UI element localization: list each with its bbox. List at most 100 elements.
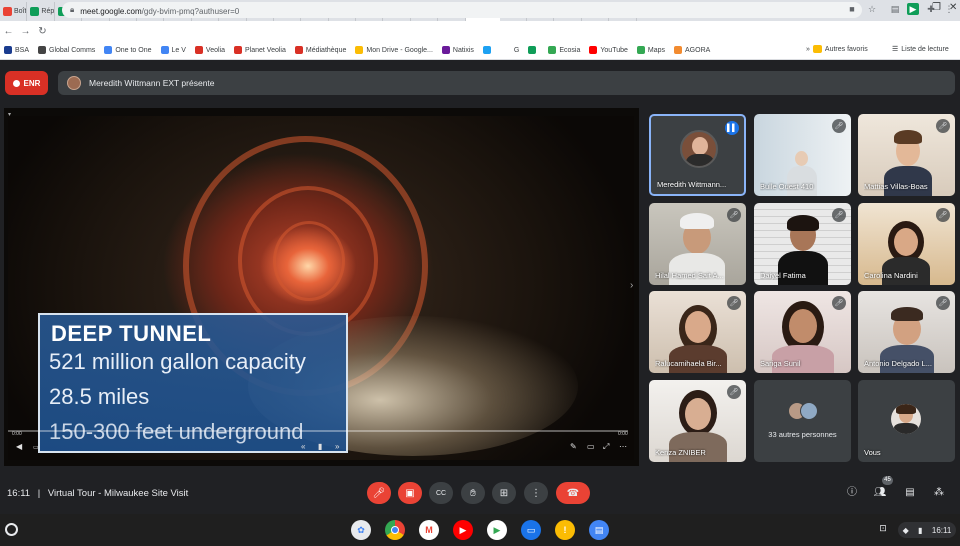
participant-tile-self[interactable]: Vous: [858, 380, 955, 462]
bookmark-favicon-icon: [355, 46, 364, 54]
chevron-right-icon: »: [806, 45, 810, 53]
bookmark-item[interactable]: Natixis: [441, 46, 474, 54]
forward-skip-icon[interactable]: »: [335, 442, 339, 451]
bookmark-item[interactable]: Global Comms: [38, 46, 95, 54]
bookmark-label: G: [513, 46, 520, 54]
captions-button[interactable]: CC: [429, 482, 453, 504]
participant-tile-mattias[interactable]: 🎤︎ Mattias Villas-Boas: [858, 114, 955, 196]
bookmark-item[interactable]: Ecosia: [548, 46, 580, 54]
more-video-icon[interactable]: ⋯: [619, 442, 627, 451]
fullscreen-icon[interactable]: ⤢: [603, 442, 609, 452]
slide-line-miles: 28.5 miles: [49, 384, 150, 409]
participant-tile-kenza[interactable]: 🎤︎ Kenza ZNIBER: [649, 380, 746, 462]
chat-icon[interactable]: ▤: [903, 486, 917, 500]
bookmark-item[interactable]: Médiathèque: [294, 46, 347, 54]
participant-tile-others[interactable]: 33 autres personnes: [754, 380, 851, 462]
bookmark-favicon-icon: [482, 46, 491, 54]
raise-hand-button[interactable]: ✋︎: [461, 482, 485, 504]
files-app-icon[interactable]: ▭: [521, 520, 541, 540]
docs-app-icon[interactable]: ▤: [589, 520, 609, 540]
rewind-icon[interactable]: «: [301, 442, 305, 451]
bookmark-label: Natixis: [452, 46, 474, 54]
bookmark-star-icon[interactable]: ☆: [866, 3, 878, 15]
present-button[interactable]: ⊞: [492, 482, 516, 504]
bookmark-item[interactable]: Planet Veolia: [234, 46, 286, 54]
volume-icon[interactable]: ◀︎: [16, 442, 22, 451]
reading-list[interactable]: ☰ Liste de lecture: [892, 45, 949, 54]
gmail-app-icon[interactable]: M: [419, 520, 439, 540]
photos-app-icon[interactable]: ✿: [351, 520, 371, 540]
participant-tile-raluca[interactable]: 🎤︎ Ralucamihaela Bir...: [649, 291, 746, 373]
bookmark-item[interactable]: BSA: [4, 46, 29, 54]
slide-line-depth: 150-300 feet underground: [49, 419, 304, 444]
bookmark-item[interactable]: AGORA: [674, 46, 710, 54]
bookmark-item[interactable]: Le V: [160, 46, 186, 54]
participant-tile-hilal[interactable]: 🎤︎ Hilal Hamed Sait A...: [649, 203, 746, 285]
bookmark-item[interactable]: Veolia: [194, 46, 225, 54]
avatar: [680, 130, 718, 168]
caption-icon[interactable]: ▭: [33, 444, 39, 451]
bookmark-favicon-icon: [548, 46, 557, 54]
bookmark-favicon-icon: [441, 46, 450, 54]
other-favorites[interactable]: » Autres favoris: [806, 45, 868, 53]
bookmark-item[interactable]: Maps: [636, 46, 665, 54]
screen-icon[interactable]: ▭: [587, 442, 595, 451]
browser-tab[interactable]: Rép: [27, 2, 55, 21]
participant-name: Bulle Ouest 410: [760, 182, 814, 191]
mic-toggle-button[interactable]: 🎤︎: [367, 482, 391, 504]
camera-indicator-icon[interactable]: ■: [846, 3, 858, 15]
launcher-icon[interactable]: [5, 523, 18, 536]
participant-tile-bulle[interactable]: 🎤︎ Bulle Ouest 410: [754, 114, 851, 196]
bookmark-item[interactable]: Mon Drive - Google...: [355, 46, 433, 54]
activities-icon[interactable]: ⁂: [932, 486, 946, 500]
chrome-menu-icon[interactable]: ⋮: [943, 3, 955, 15]
leave-call-button[interactable]: ☎︎: [556, 482, 590, 504]
presentation-stage[interactable]: ▾ DEEP TUNNEL 521 million gallon capacit…: [4, 108, 639, 466]
chrome-app-icon[interactable]: [385, 520, 405, 540]
mic-off-icon: 🎤︎: [727, 208, 741, 222]
bookmark-item[interactable]: One to One: [104, 46, 152, 54]
more-options-button[interactable]: ⋮: [524, 482, 548, 504]
recording-indicator[interactable]: ENR: [5, 71, 48, 95]
video-progress-bar[interactable]: [8, 430, 628, 432]
info-icon[interactable]: ⓘ: [845, 486, 859, 500]
bookmark-label: Global Comms: [49, 46, 96, 54]
bookmark-favicon-icon: [160, 46, 169, 54]
youtube-app-icon[interactable]: ▶: [453, 520, 473, 540]
status-tray[interactable]: ◆ ▮ 16:11: [898, 522, 956, 538]
people-icon[interactable]: 👥︎: [873, 486, 887, 500]
keep-app-icon[interactable]: !: [555, 520, 575, 540]
bookmark-label: Mon Drive - Google...: [366, 46, 433, 54]
meeting-details: 16:11 | Virtual Tour - Milwaukee Site Vi…: [7, 488, 188, 499]
tunnel-video[interactable]: DEEP TUNNEL 521 million gallon capacity …: [8, 116, 634, 460]
browser-tab[interactable]: Boît: [0, 2, 28, 21]
participant-tile-antonio[interactable]: 🎤︎ Antonio Delgado L...: [858, 291, 955, 373]
participant-tile-daiyel[interactable]: 🎤︎ Daiyel Fatima: [754, 203, 851, 285]
extension-icon[interactable]: ▤: [889, 3, 901, 15]
bookmark-favicon-icon: [674, 46, 683, 54]
participant-tile-sariga[interactable]: 🎤︎ Sariga Sunil: [754, 291, 851, 373]
forward-icon[interactable]: →: [17, 26, 34, 37]
camera-toggle-button[interactable]: ▣: [398, 482, 422, 504]
extension-green-icon[interactable]: ▶: [907, 3, 919, 15]
address-bar[interactable]: 🔒︎ meet.google.com/gdy-bvim-pmq?authuser…: [62, 2, 862, 18]
participant-name: Hilal Hamed Sait A...: [655, 271, 724, 280]
bookmark-item[interactable]: G: [502, 46, 520, 54]
bookmark-item[interactable]: [528, 46, 539, 54]
back-icon[interactable]: ←: [0, 26, 17, 37]
play-icon[interactable]: ▮: [318, 442, 322, 451]
screen-capture-icon[interactable]: ⊡: [876, 523, 890, 537]
pen-icon[interactable]: ✎: [570, 442, 577, 451]
bookmark-favicon-icon: [528, 46, 537, 54]
next-slide-icon[interactable]: ›: [630, 280, 633, 291]
bookmark-item[interactable]: [482, 46, 494, 54]
bookmark-favicon-icon: [502, 46, 511, 54]
bookmark-item[interactable]: YouTube: [589, 46, 628, 54]
bookmark-label: Médiathèque: [305, 46, 347, 54]
reload-icon[interactable]: ↻: [34, 26, 51, 37]
puzzle-icon[interactable]: ✚: [925, 3, 937, 15]
participant-tile-meredith[interactable]: ▌▌ Meredith Wittmann...: [649, 114, 746, 196]
participant-tile-carolina[interactable]: 🎤︎ Carolina Nardini: [858, 203, 955, 285]
bookmark-label: Le V: [171, 46, 186, 54]
play-store-app-icon[interactable]: ▶: [487, 520, 507, 540]
